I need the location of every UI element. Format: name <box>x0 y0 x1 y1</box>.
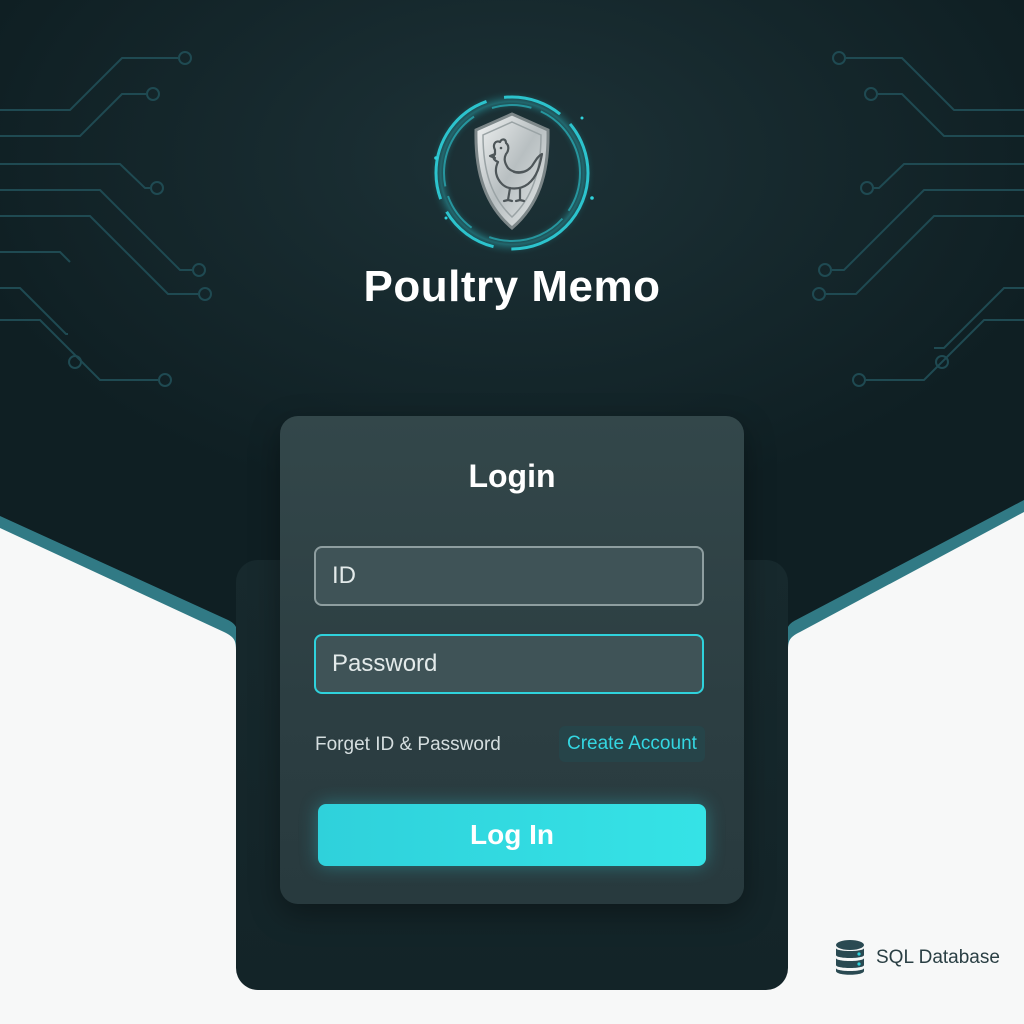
login-heading: Login <box>468 458 556 494</box>
shield-chicken-icon <box>428 89 596 257</box>
database-icon <box>836 940 864 975</box>
circuit-decoration-right <box>812 51 1024 387</box>
login-card: Login Forget ID & Password Create Accoun… <box>280 416 744 904</box>
database-label: SQL Database <box>876 947 1000 968</box>
id-input[interactable] <box>314 546 704 606</box>
forgot-credentials-link[interactable]: Forget ID & Password <box>315 734 501 756</box>
database-badge: SQL Database <box>834 938 1000 978</box>
app-title: Poultry Memo <box>363 262 661 311</box>
log-in-button[interactable]: Log In <box>318 804 706 866</box>
login-screen: Poultry Memo Login Forget ID & Password … <box>0 0 1024 1024</box>
circuit-decoration-left <box>0 51 212 387</box>
password-input[interactable] <box>314 634 704 694</box>
create-account-button[interactable]: Create Account <box>559 726 705 762</box>
